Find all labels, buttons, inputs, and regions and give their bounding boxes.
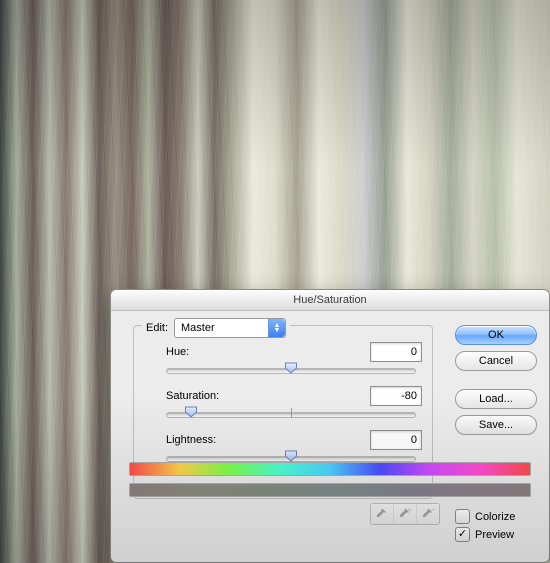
edit-select-value: Master [175, 322, 268, 334]
hue-row: Hue: [144, 342, 422, 362]
lightness-label: Lightness: [144, 434, 244, 446]
checkbox-box: ✓ [455, 527, 470, 542]
saturation-slider[interactable] [166, 404, 416, 422]
hue-input[interactable] [370, 342, 422, 362]
svg-text:−: − [431, 507, 435, 514]
dialog-title: Hue/Saturation [111, 290, 549, 311]
hue-thumb[interactable] [285, 362, 298, 374]
svg-text:+: + [408, 508, 412, 514]
select-stepper-icon: ▲▼ [268, 319, 285, 337]
colorize-checkbox[interactable]: Colorize [455, 509, 537, 524]
lightness-thumb[interactable] [285, 450, 298, 462]
hue-slider[interactable] [166, 360, 416, 378]
output-spectrum-bar [129, 483, 531, 497]
load-button[interactable]: Load... [455, 389, 537, 409]
eyedropper-subtract-button[interactable]: − [417, 504, 439, 524]
saturation-input[interactable] [370, 386, 422, 406]
saturation-row: Saturation: [144, 386, 422, 406]
hue-label: Hue: [144, 346, 244, 358]
saturation-center-tick [291, 408, 292, 418]
background-image: Hue/Saturation Edit: Master ▲▼ Hue: [0, 0, 550, 563]
edit-label: Edit: [146, 322, 168, 334]
side-buttons: OK Cancel Load... Save... [455, 325, 537, 435]
eyedropper-button[interactable] [371, 504, 394, 524]
ok-button[interactable]: OK [455, 325, 537, 345]
save-button[interactable]: Save... [455, 415, 537, 435]
cancel-button[interactable]: Cancel [455, 351, 537, 371]
saturation-thumb[interactable] [185, 406, 198, 418]
eyedropper-add-button[interactable]: + [394, 504, 417, 524]
checkbox-group: Colorize ✓ Preview [455, 509, 537, 542]
hue-spectrum-bar [129, 462, 531, 476]
dialog-body: Edit: Master ▲▼ Hue: [111, 311, 549, 507]
saturation-label: Saturation: [144, 390, 244, 402]
hue-saturation-dialog: Hue/Saturation Edit: Master ▲▼ Hue: [110, 289, 550, 563]
lightness-input[interactable] [370, 430, 422, 450]
gradient-bars [129, 462, 531, 497]
preview-label: Preview [475, 529, 514, 541]
colorize-label: Colorize [475, 511, 515, 523]
lightness-row: Lightness: [144, 430, 422, 450]
checkbox-box [455, 509, 470, 524]
eyedropper-group: + − [370, 503, 440, 525]
edit-select[interactable]: Master ▲▼ [174, 318, 286, 338]
preview-checkbox[interactable]: ✓ Preview [455, 527, 537, 542]
edit-legend: Edit: Master ▲▼ [142, 318, 290, 338]
